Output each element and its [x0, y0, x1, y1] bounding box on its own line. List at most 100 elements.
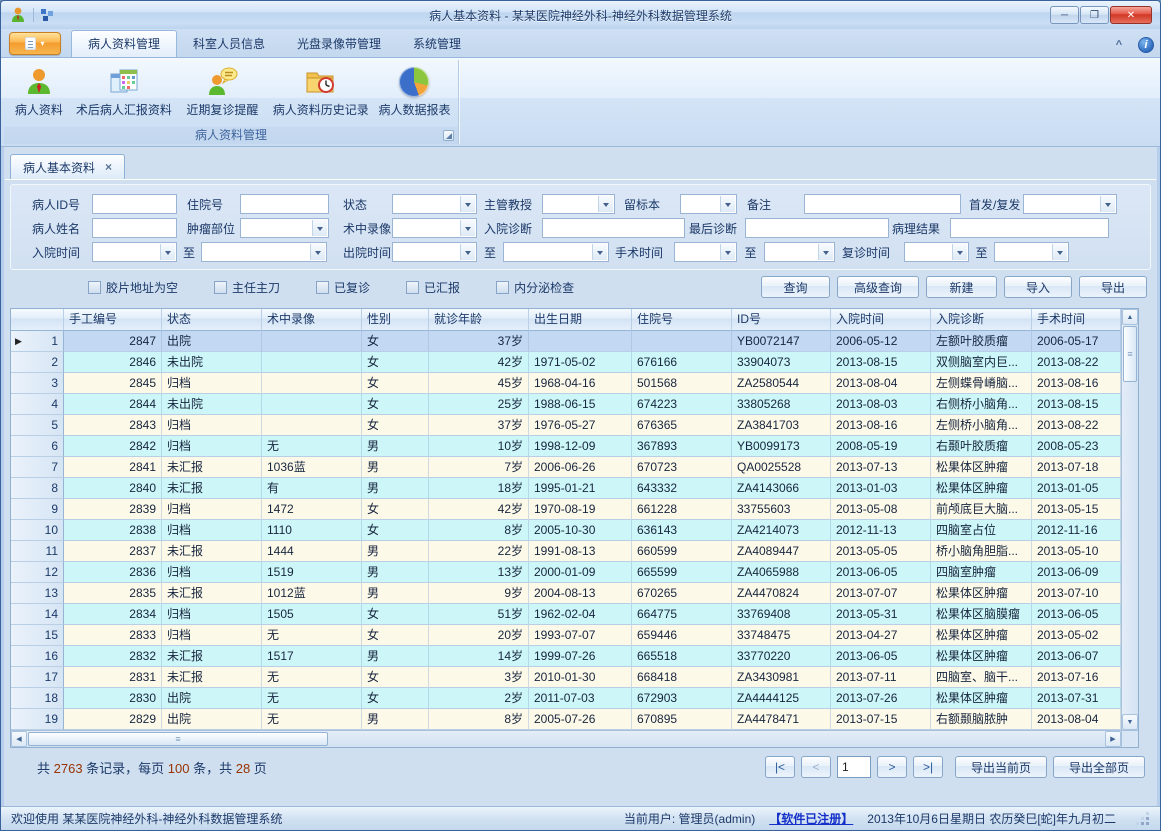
table-cell[interactable]: 2013-05-05 — [831, 541, 931, 562]
table-cell[interactable]: 松果体区肿瘤 — [931, 688, 1032, 709]
film-address-empty-checkbox[interactable] — [88, 281, 101, 294]
table-cell[interactable] — [262, 373, 362, 394]
table-cell[interactable]: 676365 — [632, 415, 732, 436]
table-cell[interactable]: 男 — [362, 562, 429, 583]
table-cell[interactable]: 501568 — [632, 373, 732, 394]
table-cell[interactable]: 松果体区肿瘤 — [931, 478, 1032, 499]
table-cell[interactable] — [262, 331, 362, 352]
dialog-launcher-icon[interactable] — [443, 130, 454, 141]
table-cell[interactable]: YB0099173 — [732, 436, 831, 457]
table-cell[interactable]: 松果体区肿瘤 — [931, 583, 1032, 604]
table-cell[interactable]: 无 — [262, 709, 362, 730]
column-header-3[interactable]: 术中录像 — [262, 309, 362, 331]
row-indicator[interactable]: 19 — [11, 709, 64, 730]
table-cell[interactable]: 男 — [362, 478, 429, 499]
column-header-10[interactable]: 入院诊断 — [931, 309, 1032, 331]
table-cell[interactable]: 2013-01-03 — [831, 478, 931, 499]
current-page-input[interactable] — [837, 756, 871, 778]
table-cell[interactable]: 未出院 — [162, 394, 262, 415]
table-row[interactable]: 22846未出院女42岁1971-05-02676166339040732013… — [11, 352, 1121, 373]
patient-info-button[interactable]: 病人资料 — [6, 63, 72, 127]
table-cell[interactable]: 1999-07-26 — [529, 646, 632, 667]
table-cell[interactable]: 男 — [362, 646, 429, 667]
table-cell[interactable]: ZA4065988 — [732, 562, 831, 583]
import-button[interactable]: 导入 — [1004, 276, 1072, 298]
surgery-time-to-combo[interactable] — [764, 242, 835, 262]
table-cell[interactable]: 25岁 — [429, 394, 529, 415]
table-cell[interactable]: 2835 — [64, 583, 162, 604]
table-row[interactable]: 182830出院无女2岁2011-07-03672903ZA4444125201… — [11, 688, 1121, 709]
row-indicator[interactable]: 11 — [11, 541, 64, 562]
table-cell[interactable]: 2831 — [64, 667, 162, 688]
table-cell[interactable]: 出院 — [162, 331, 262, 352]
row-indicator[interactable]: 18 — [11, 688, 64, 709]
export-current-page-button[interactable]: 导出当前页 — [955, 756, 1047, 778]
specimen-combo[interactable] — [680, 194, 737, 214]
table-cell[interactable]: 2013-06-09 — [1032, 562, 1121, 583]
table-cell[interactable]: 670265 — [632, 583, 732, 604]
table-cell[interactable]: 女 — [362, 394, 429, 415]
table-cell[interactable]: 1993-07-07 — [529, 625, 632, 646]
table-cell[interactable]: 未汇报 — [162, 667, 262, 688]
table-row[interactable]: 152833归档无女20岁1993-07-0765944633748475201… — [11, 625, 1121, 646]
ribbon-collapse-icon[interactable]: ^ — [1108, 39, 1130, 51]
table-cell[interactable]: 女 — [362, 331, 429, 352]
scroll-down-icon[interactable]: ▼ — [1122, 714, 1138, 730]
ribbon-tab-department-staff[interactable]: 科室人员信息 — [177, 31, 281, 57]
table-cell[interactable]: 8岁 — [429, 520, 529, 541]
table-cell[interactable]: 双侧脑室内巨... — [931, 352, 1032, 373]
table-cell[interactable]: 1970-08-19 — [529, 499, 632, 520]
table-cell[interactable]: 2008-05-19 — [831, 436, 931, 457]
row-indicator[interactable]: ▶1 — [11, 331, 64, 352]
table-cell[interactable]: 女 — [362, 625, 429, 646]
table-cell[interactable]: 665599 — [632, 562, 732, 583]
table-cell[interactable]: 2000-01-09 — [529, 562, 632, 583]
table-cell[interactable]: 左侧桥小脑角... — [931, 415, 1032, 436]
table-cell[interactable]: 2004-08-13 — [529, 583, 632, 604]
table-cell[interactable]: 无 — [262, 667, 362, 688]
column-header-8[interactable]: ID号 — [732, 309, 831, 331]
followed-up-checkbox[interactable] — [316, 281, 329, 294]
table-cell[interactable]: 女 — [362, 373, 429, 394]
table-cell[interactable]: 归档 — [162, 520, 262, 541]
table-cell[interactable]: 665518 — [632, 646, 732, 667]
table-cell[interactable]: 女 — [362, 667, 429, 688]
endocrine-exam-checkbox[interactable] — [496, 281, 509, 294]
admission-time-from-combo[interactable] — [92, 242, 177, 262]
resize-grip-icon[interactable] — [1136, 812, 1150, 826]
table-cell[interactable]: 2834 — [64, 604, 162, 625]
table-cell[interactable]: 1962-02-04 — [529, 604, 632, 625]
horizontal-scrollbar[interactable]: ◀ ≡ ▶ — [11, 730, 1121, 747]
table-cell[interactable]: 2836 — [64, 562, 162, 583]
table-cell[interactable]: 2013-08-04 — [1032, 709, 1121, 730]
row-indicator[interactable]: 12 — [11, 562, 64, 583]
export-button[interactable]: 导出 — [1079, 276, 1147, 298]
table-cell[interactable]: 22岁 — [429, 541, 529, 562]
table-cell[interactable]: 674223 — [632, 394, 732, 415]
table-cell[interactable]: 无 — [262, 688, 362, 709]
table-cell[interactable]: 2013-08-16 — [1032, 373, 1121, 394]
followup-time-from-combo[interactable] — [904, 242, 969, 262]
followup-time-to-combo[interactable] — [994, 242, 1069, 262]
table-cell[interactable]: 670723 — [632, 457, 732, 478]
table-cell[interactable]: 未汇报 — [162, 646, 262, 667]
table-cell[interactable]: 松果体区肿瘤 — [931, 625, 1032, 646]
row-indicator[interactable]: 13 — [11, 583, 64, 604]
column-header-6[interactable]: 出生日期 — [529, 309, 632, 331]
pathology-result-input[interactable] — [950, 218, 1109, 238]
table-cell[interactable]: 1976-05-27 — [529, 415, 632, 436]
surgery-time-from-combo[interactable] — [674, 242, 737, 262]
table-cell[interactable]: 松果体区肿瘤 — [931, 646, 1032, 667]
prev-page-button[interactable]: < — [801, 756, 831, 778]
table-cell[interactable]: 1995-01-21 — [529, 478, 632, 499]
table-cell[interactable]: 2013-05-10 — [1032, 541, 1121, 562]
row-indicator[interactable]: 9 — [11, 499, 64, 520]
table-cell[interactable]: 33769408 — [732, 604, 831, 625]
table-cell[interactable]: 33770220 — [732, 646, 831, 667]
table-cell[interactable]: 无 — [262, 436, 362, 457]
status-combo[interactable] — [392, 194, 477, 214]
table-cell[interactable]: 归档 — [162, 604, 262, 625]
table-cell[interactable]: 四脑室、脑干... — [931, 667, 1032, 688]
doc-tab-patient-basic-info[interactable]: 病人基本资料 × — [10, 154, 125, 179]
table-cell[interactable]: 归档 — [162, 625, 262, 646]
